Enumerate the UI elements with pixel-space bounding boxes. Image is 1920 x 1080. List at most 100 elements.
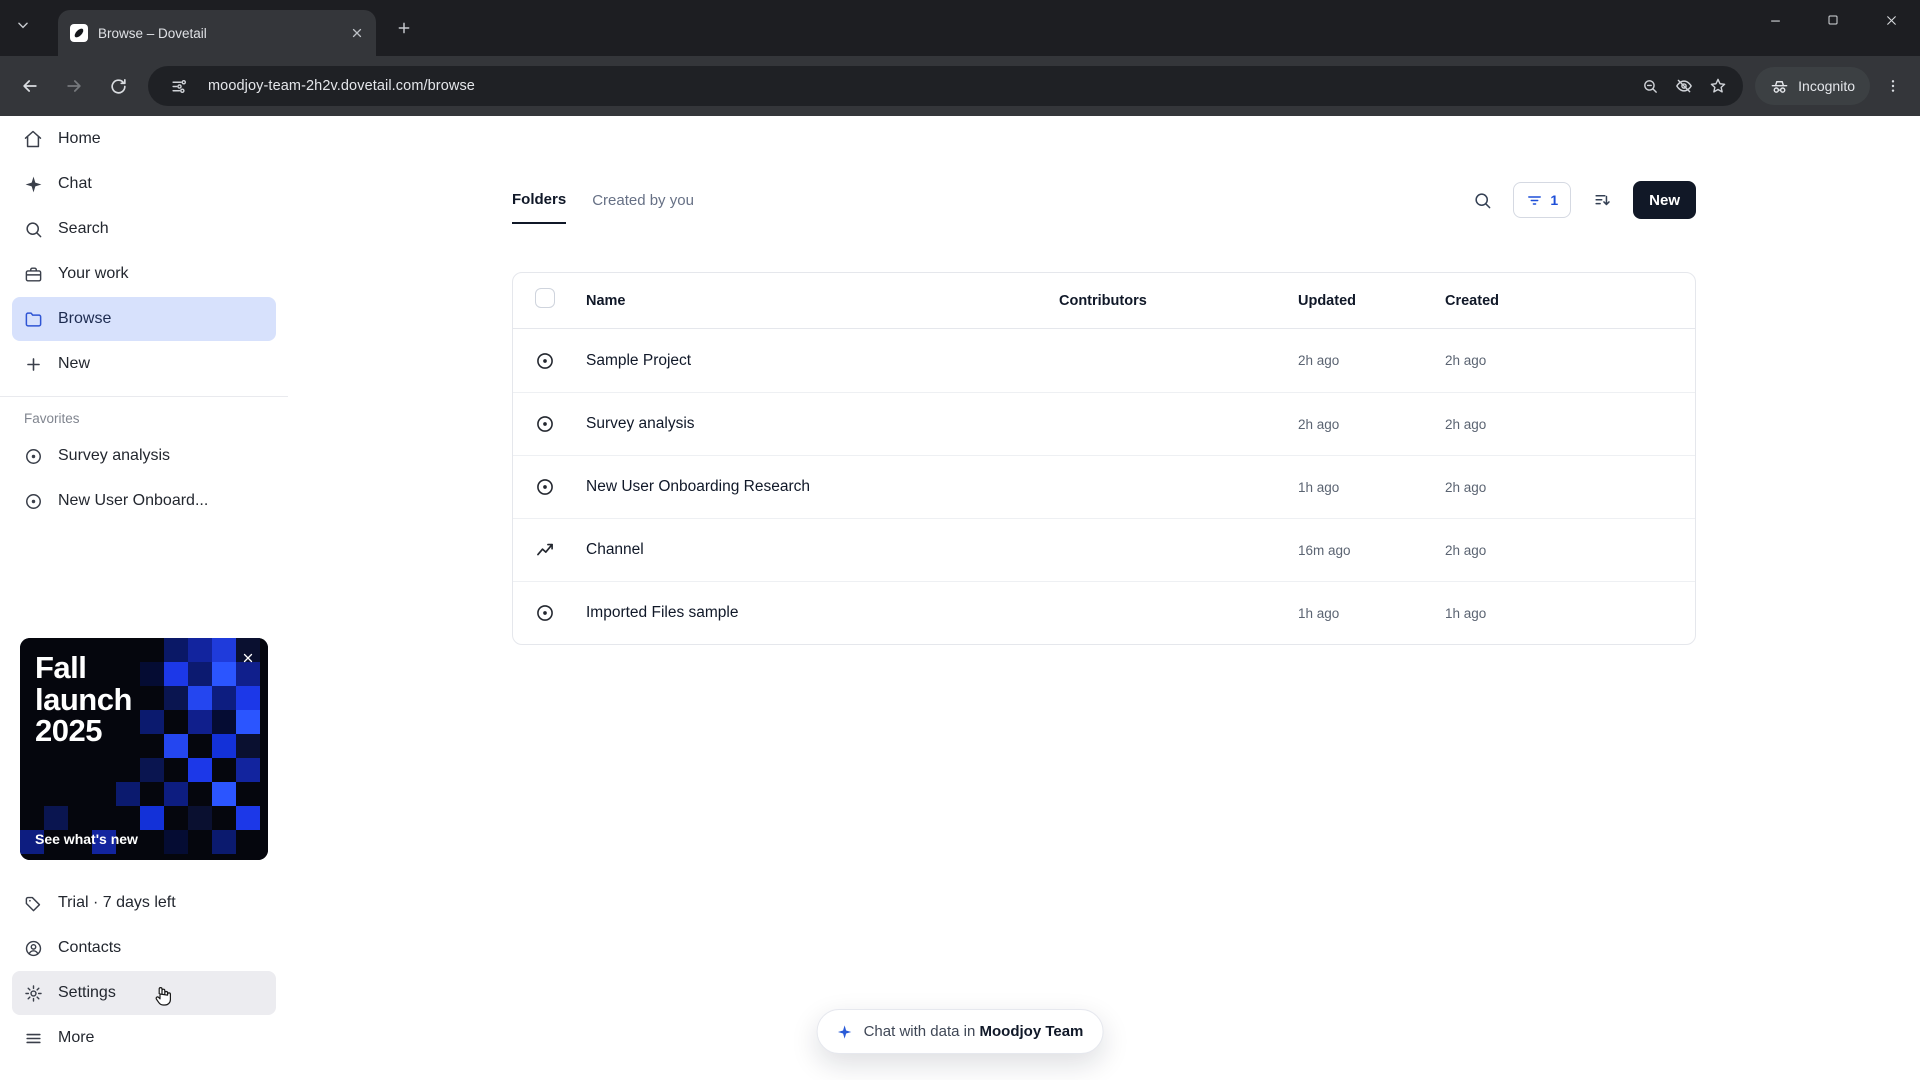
- row-created: 1h ago: [1445, 605, 1487, 621]
- project-target-icon: [535, 603, 555, 623]
- window-close-button[interactable]: [1862, 0, 1920, 40]
- sidebar-item-browse[interactable]: Browse: [12, 297, 276, 341]
- target-icon: [23, 446, 43, 466]
- hamburger-icon: [23, 1028, 43, 1048]
- row-updated: 1h ago: [1298, 479, 1340, 495]
- filter-count: 1: [1550, 192, 1559, 208]
- bookmark-star-icon[interactable]: [1701, 69, 1735, 103]
- search-icon: [23, 219, 43, 239]
- sidebar-item-label: Chat: [58, 175, 92, 192]
- select-all-checkbox[interactable]: [535, 288, 555, 308]
- channel-icon: [535, 540, 555, 560]
- row-created: 2h ago: [1445, 542, 1487, 558]
- browser-menu-icon[interactable]: [1876, 69, 1910, 103]
- row-name[interactable]: Channel: [571, 541, 1059, 559]
- tab-folders[interactable]: Folders: [512, 176, 567, 224]
- project-target-icon: [535, 351, 555, 371]
- favorites-label: Favorites: [24, 411, 80, 426]
- target-icon: [23, 491, 43, 511]
- column-header-created[interactable]: Created: [1445, 293, 1695, 309]
- sidebar-item-label: Your work: [58, 265, 129, 282]
- sidebar-item-label: Trial · 7 days left: [58, 894, 176, 911]
- column-header-contributors[interactable]: Contributors: [1059, 293, 1298, 309]
- tab-title: Browse – Dovetail: [98, 25, 207, 41]
- row-created: 2h ago: [1445, 416, 1487, 432]
- window-controls: [1746, 0, 1920, 40]
- column-header-name[interactable]: Name: [571, 293, 1059, 309]
- column-header-updated[interactable]: Updated: [1298, 293, 1445, 309]
- tab-created-by-you[interactable]: Created by you: [592, 176, 694, 224]
- new-tab-icon[interactable]: [396, 20, 412, 36]
- promo-cta[interactable]: See what's new: [35, 831, 138, 847]
- promo-card-fall-launch[interactable]: Fall launch 2025 See what's new: [20, 638, 268, 860]
- url-bar[interactable]: moodjoy-team-2h2v.dovetail.com/browse: [148, 66, 1744, 106]
- filter-button[interactable]: 1: [1513, 182, 1572, 218]
- sidebar-item-contacts[interactable]: Contacts: [12, 926, 276, 970]
- row-created: 2h ago: [1445, 479, 1487, 495]
- chat-pill-text: Chat with data in Moodjoy Team: [863, 1023, 1084, 1040]
- row-name[interactable]: New User Onboarding Research: [571, 478, 1059, 496]
- row-updated: 1h ago: [1298, 605, 1340, 621]
- site-info-icon[interactable]: [162, 69, 196, 103]
- browser-chrome: Browse – Dovetail moodjoy-team-2h2v.dove…: [0, 0, 1920, 116]
- sidebar-item-label: Search: [58, 220, 109, 237]
- sidebar-item-new[interactable]: New: [12, 342, 276, 386]
- tab-close-icon[interactable]: [350, 26, 364, 40]
- filter-icon: [1526, 192, 1543, 209]
- favorite-item-survey-analysis[interactable]: Survey analysis: [12, 434, 276, 478]
- row-updated: 16m ago: [1298, 542, 1351, 558]
- table-row[interactable]: New User Onboarding Research 1h ago 2h a…: [513, 455, 1695, 518]
- table-header: Name Contributors Updated Created: [513, 273, 1695, 329]
- sidebar-item-home[interactable]: Home: [12, 117, 276, 161]
- row-name[interactable]: Survey analysis: [571, 415, 1059, 433]
- gear-icon: [23, 983, 43, 1003]
- row-name[interactable]: Sample Project: [571, 352, 1059, 370]
- table-row[interactable]: Sample Project 2h ago 2h ago: [513, 329, 1695, 392]
- folder-icon: [23, 309, 43, 329]
- sparkle-icon: [837, 1024, 853, 1040]
- sidebar-item-label: Settings: [58, 984, 116, 1001]
- browser-tab[interactable]: Browse – Dovetail: [58, 10, 376, 56]
- tab-strip: Browse – Dovetail: [0, 0, 1920, 56]
- sidebar-item-your-work[interactable]: Your work: [12, 252, 276, 296]
- favorite-item-new-user-onboarding[interactable]: New User Onboard...: [12, 479, 276, 523]
- table-row[interactable]: Imported Files sample 1h ago 1h ago: [513, 581, 1695, 644]
- sidebar-item-trial[interactable]: Trial · 7 days left: [12, 881, 276, 925]
- table-search-icon[interactable]: [1465, 183, 1499, 217]
- window-minimize-button[interactable]: [1746, 0, 1804, 40]
- sidebar-item-label: Home: [58, 130, 101, 147]
- sidebar-item-search[interactable]: Search: [12, 207, 276, 251]
- promo-close-icon[interactable]: [237, 647, 259, 669]
- favorite-item-label: Survey analysis: [58, 447, 171, 464]
- back-icon[interactable]: [12, 68, 48, 104]
- new-folder-button[interactable]: New: [1633, 181, 1696, 219]
- zoom-icon[interactable]: [1633, 69, 1667, 103]
- reload-icon[interactable]: [100, 68, 136, 104]
- folders-table: Name Contributors Updated Created Sample…: [512, 272, 1696, 645]
- eye-off-icon[interactable]: [1667, 69, 1701, 103]
- sidebar-item-more[interactable]: More: [12, 1016, 276, 1060]
- sidebar-item-label: New: [58, 355, 91, 372]
- table-row[interactable]: Survey analysis 2h ago 2h ago: [513, 392, 1695, 455]
- plus-icon: [23, 354, 43, 374]
- sidebar-item-settings[interactable]: Settings: [12, 971, 276, 1015]
- row-name[interactable]: Imported Files sample: [571, 604, 1059, 622]
- briefcase-icon: [23, 264, 43, 284]
- content-tabs-row: Folders Created by you 1 New: [512, 176, 1696, 224]
- sidebar-footer: Trial · 7 days left Contacts Settings Mo…: [0, 880, 288, 1061]
- window-maximize-button[interactable]: [1804, 0, 1862, 40]
- table-row[interactable]: Channel 16m ago 2h ago: [513, 518, 1695, 581]
- favorite-item-label: New User Onboard...: [58, 492, 209, 509]
- sidebar-item-chat[interactable]: Chat: [12, 162, 276, 206]
- sort-icon[interactable]: [1585, 183, 1619, 217]
- tab-search-chevron-icon[interactable]: [16, 18, 30, 32]
- sidebar-item-label: Contacts: [58, 939, 122, 956]
- project-target-icon: [535, 414, 555, 434]
- home-icon: [23, 129, 43, 149]
- promo-title: Fall launch 2025: [35, 650, 132, 749]
- chat-with-data-pill[interactable]: Chat with data in Moodjoy Team: [816, 1009, 1104, 1054]
- url-text[interactable]: moodjoy-team-2h2v.dovetail.com/browse: [208, 78, 1633, 94]
- forward-icon[interactable]: [56, 68, 92, 104]
- incognito-icon: [1770, 77, 1789, 96]
- browser-toolbar: moodjoy-team-2h2v.dovetail.com/browse In…: [0, 56, 1920, 116]
